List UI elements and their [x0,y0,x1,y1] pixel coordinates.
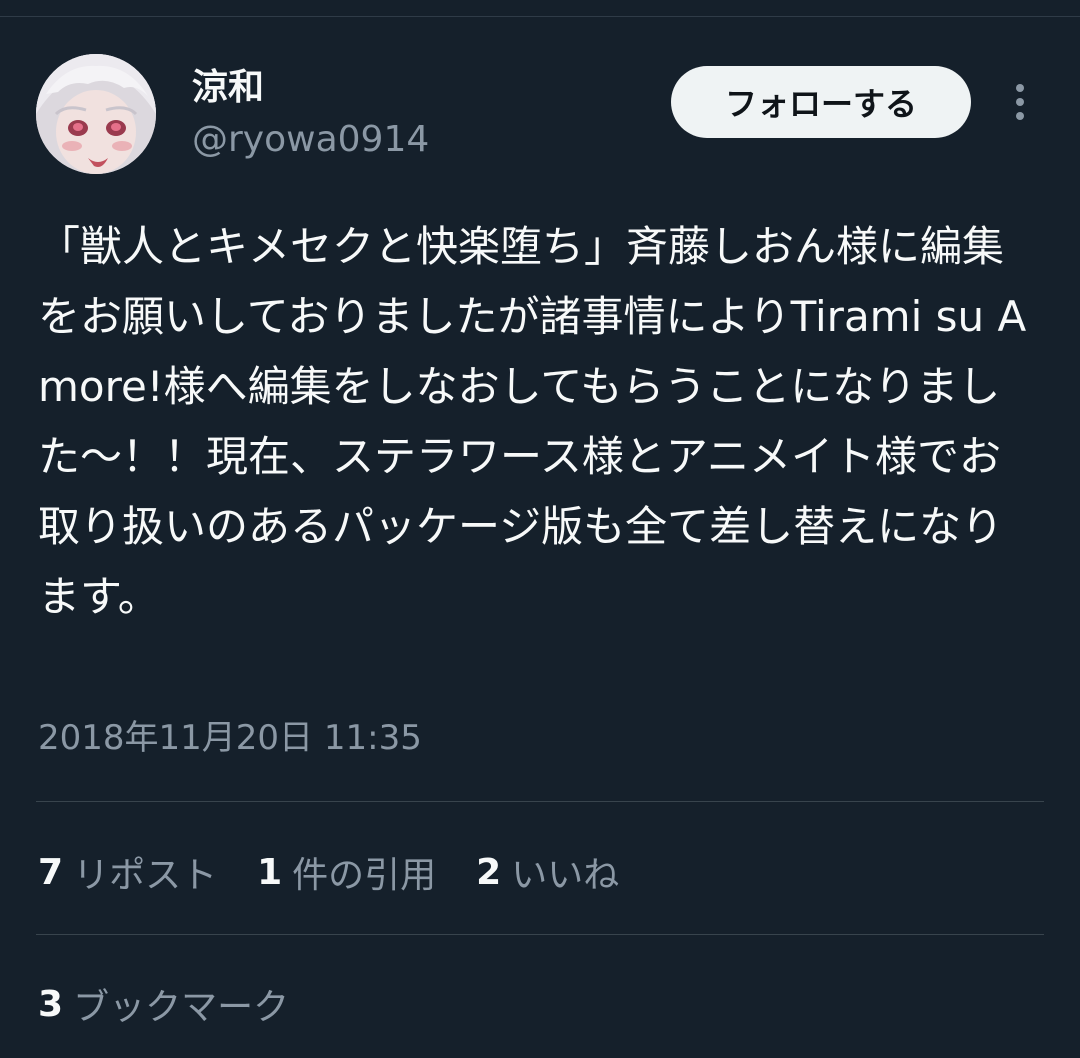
tweet-timestamp[interactable]: 2018年11月20日 11:35 [38,714,422,762]
engagement-stats: 7 リポスト 1 件の引用 2 いいね [38,846,659,898]
bookmarks-count: 3 [38,983,64,1025]
divider [36,934,1044,935]
follow-button[interactable]: フォローする [671,66,971,138]
quotes-label: 件の引用 [292,855,437,896]
display-name[interactable]: 涼和 [192,64,264,112]
quotes-stat[interactable]: 1 件の引用 [257,846,436,898]
likes-stat[interactable]: 2 いいね [476,846,619,898]
divider [36,801,1044,802]
quotes-count: 1 [257,851,283,893]
likes-label: いいね [511,855,620,896]
bookmarks-label: ブックマーク [73,987,290,1028]
reposts-count: 7 [38,851,64,893]
user-handle[interactable]: @ryowa0914 [192,116,429,164]
top-divider [0,16,1080,17]
more-vertical-icon[interactable] [1004,80,1036,128]
avatar[interactable] [36,54,156,174]
reposts-stat[interactable]: 7 リポスト [38,846,217,898]
tweet-text: 「獣人とキメセクと快楽堕ち」斉藤しおん様に編集をお願いしておりましたが諸事情によ… [38,222,1027,621]
bookmarks-stat[interactable]: 3 ブックマーク [38,978,289,1030]
avatar-image [36,54,156,174]
likes-count: 2 [476,851,502,893]
reposts-label: リポスト [73,855,218,896]
